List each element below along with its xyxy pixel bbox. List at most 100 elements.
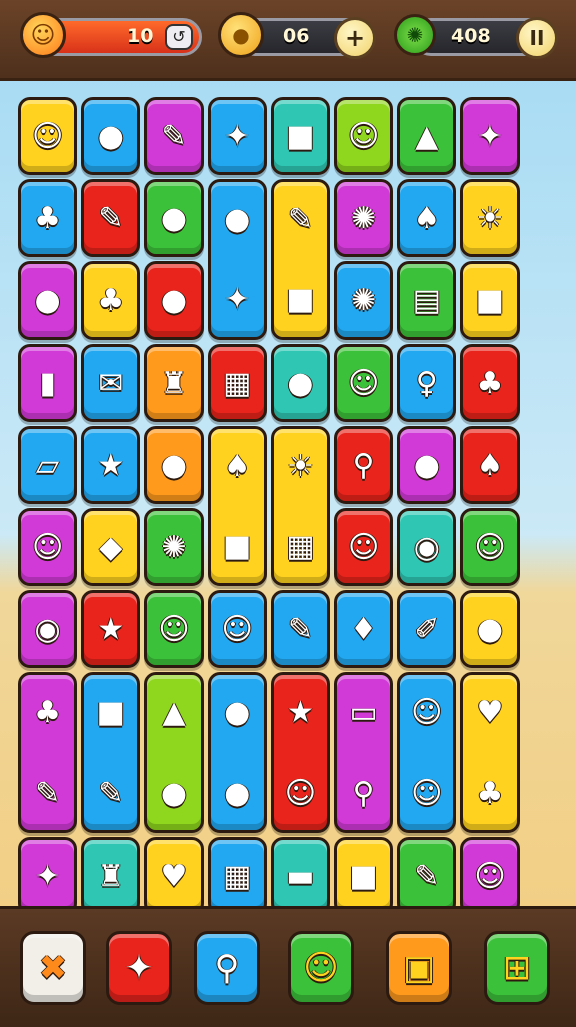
chick-bug-tall-tile[interactable]: ☺ ☺ bbox=[397, 672, 457, 833]
hint-arrow-button[interactable]: ✦ bbox=[106, 931, 172, 1005]
tile-glyph-icon: ☀ bbox=[286, 448, 314, 484]
leaf-tile[interactable]: ♣ bbox=[18, 179, 78, 258]
tool-icon: ☺ bbox=[303, 948, 339, 988]
tile-glyph-icon: ● bbox=[476, 612, 504, 648]
box-tile[interactable]: ■ bbox=[460, 261, 520, 340]
ball-tile[interactable]: ● bbox=[397, 425, 457, 504]
switch-key-tall-tile[interactable]: ▭ ⚲ bbox=[334, 672, 394, 833]
sun-chart-tall-tile[interactable]: ☀ ▦ bbox=[270, 425, 330, 587]
pencil-tile[interactable]: ✎ bbox=[81, 179, 141, 258]
leaf-block-tall-tile[interactable]: ♠ ■ bbox=[207, 425, 267, 587]
undo-icon[interactable]: ↺ bbox=[165, 24, 193, 50]
banana-tall-tile[interactable]: ● ● bbox=[207, 672, 267, 833]
ring-tile[interactable]: ◉ bbox=[397, 508, 457, 587]
tile-glyph-icon: ⚲ bbox=[352, 775, 375, 811]
green-fruit-tile[interactable]: ● bbox=[144, 179, 204, 258]
red-ball-tile[interactable]: ● bbox=[81, 97, 141, 176]
red-flower-tile[interactable]: ✺ bbox=[144, 508, 204, 587]
tile-glyph-icon: ■ bbox=[286, 119, 315, 155]
coin-icon: ● bbox=[218, 12, 264, 58]
purple-orb-tile[interactable]: ● bbox=[270, 343, 330, 422]
key-tile[interactable]: ⚲ bbox=[334, 425, 394, 504]
cube-tile[interactable]: ■ bbox=[270, 97, 330, 176]
brush-tile[interactable]: ✐ bbox=[397, 590, 457, 669]
lime-egg-tile[interactable]: ● bbox=[144, 261, 204, 340]
battery-tile[interactable]: ▤ bbox=[397, 261, 457, 340]
coin-star-tall-tile[interactable]: ● ✦ bbox=[207, 179, 267, 340]
sun-tile[interactable]: ☀ bbox=[460, 179, 520, 258]
tile-glyph-icon: ◉ bbox=[413, 530, 440, 566]
ticket-tile[interactable]: ◆ bbox=[81, 508, 141, 587]
pin-tile[interactable]: ♀ bbox=[397, 343, 457, 422]
tile-glyph-icon: ✺ bbox=[161, 530, 187, 566]
tool-icon: ✦ bbox=[124, 948, 154, 988]
cone-tile[interactable]: ▲ bbox=[397, 97, 457, 176]
crystal-tile[interactable]: ✦ bbox=[460, 97, 520, 176]
orange-pencil-tile[interactable]: ✎ bbox=[270, 590, 330, 669]
book-tile[interactable]: ▦ bbox=[207, 343, 267, 422]
eraser-tile[interactable]: ▱ bbox=[18, 425, 78, 504]
heart-tile[interactable]: ♥ bbox=[144, 836, 204, 915]
magnifier-button[interactable]: ⚲ bbox=[194, 931, 260, 1005]
robot-tile[interactable]: ♜ bbox=[81, 836, 141, 915]
tile-glyph-icon: ♥ bbox=[160, 858, 188, 894]
shell-tile[interactable]: ● bbox=[460, 590, 520, 669]
tile-glyph-icon: ▭ bbox=[349, 695, 378, 731]
tile-glyph-icon: ☺ bbox=[411, 775, 443, 811]
tile-glyph-icon: ✺ bbox=[351, 283, 377, 319]
tile-glyph-icon: ▦ bbox=[223, 365, 252, 401]
tile-glyph-icon: ✦ bbox=[224, 119, 250, 155]
tile-glyph-icon: ▱ bbox=[36, 447, 60, 483]
leaf-red-tile[interactable]: ♣ bbox=[460, 343, 520, 422]
note-tile[interactable]: ✉ bbox=[81, 343, 141, 422]
cup-tile[interactable]: ♜ bbox=[144, 343, 204, 422]
heart-palm-tall-tile[interactable]: ♥ ♣ bbox=[460, 672, 520, 833]
chick-tile[interactable]: ☺ bbox=[18, 508, 78, 587]
pen-tile[interactable]: ✎ bbox=[144, 97, 204, 176]
tile-glyph-icon: ♀ bbox=[415, 365, 438, 401]
cap-face-tile[interactable]: ☺ bbox=[207, 590, 267, 669]
star-face-tile[interactable]: ★ bbox=[81, 425, 141, 504]
box-crayon-tall-tile[interactable]: ■ ✎ bbox=[81, 672, 141, 833]
palm-tile[interactable]: ♣ bbox=[81, 261, 141, 340]
gecko-pencil-tall-tile[interactable]: ♣ ✎ bbox=[18, 672, 78, 833]
gear-tile[interactable]: ✺ bbox=[334, 179, 394, 258]
cat-face-tile[interactable]: ☺ bbox=[460, 508, 520, 587]
drop-tile[interactable]: ♦ bbox=[334, 590, 394, 669]
virus-tile[interactable]: ✺ bbox=[334, 261, 394, 340]
sparkle-tile[interactable]: ✦ bbox=[18, 836, 78, 915]
spoon-tile[interactable]: ♠ bbox=[460, 425, 520, 504]
pencil-block-tall-tile[interactable]: ✎ ■ bbox=[270, 179, 330, 340]
clipboard-tile[interactable]: ▦ bbox=[207, 836, 267, 915]
star-tile[interactable]: ★ bbox=[81, 590, 141, 669]
face-hat-tile[interactable]: ☺ bbox=[18, 97, 78, 176]
bucket-face-tile[interactable]: ☺ bbox=[460, 836, 520, 915]
yellow-bird-tile[interactable]: ☺ bbox=[334, 508, 394, 587]
racket-tile[interactable]: ♠ bbox=[397, 179, 457, 258]
yellow-crayon-tile[interactable]: ✎ bbox=[397, 836, 457, 915]
tile-glyph-icon: ✺ bbox=[351, 201, 377, 237]
ghost-face-tile[interactable]: ☺ bbox=[144, 590, 204, 669]
maze-button[interactable]: ▣ bbox=[386, 931, 452, 1005]
purple-note-tile[interactable]: ■ bbox=[334, 836, 394, 915]
star-shape-tile[interactable]: ✦ bbox=[207, 97, 267, 176]
cone-apple-tall-tile[interactable]: ▲ ● bbox=[144, 672, 204, 833]
eye-monster-tile[interactable]: ◉ bbox=[18, 590, 78, 669]
roll-tile[interactable]: ▬ bbox=[270, 836, 330, 915]
pause-button[interactable]: II bbox=[516, 17, 558, 59]
tile-glyph-icon: ✎ bbox=[161, 119, 187, 155]
acorn-face-tile[interactable]: ☺ bbox=[334, 97, 394, 176]
grid-button[interactable]: ⊞ bbox=[484, 931, 550, 1005]
bug-face-tile[interactable]: ☺ bbox=[334, 343, 394, 422]
bag-button[interactable]: ☺ bbox=[288, 931, 354, 1005]
tile-glyph-icon: ■ bbox=[96, 695, 125, 731]
tile-glyph-icon: ✎ bbox=[98, 201, 124, 237]
shuffle-cancel-button[interactable]: ✖ bbox=[20, 931, 86, 1005]
add-coins-button[interactable]: + bbox=[334, 17, 376, 59]
apple-tile[interactable]: ● bbox=[18, 261, 78, 340]
star-face-tall-tile[interactable]: ★ ☺ bbox=[270, 672, 330, 833]
green-bean-tile[interactable]: ● bbox=[144, 425, 204, 504]
jar-tile[interactable]: ▮ bbox=[18, 343, 78, 422]
tile-glyph-icon: ✉ bbox=[98, 365, 124, 401]
tile-glyph-icon: ♠ bbox=[223, 448, 251, 484]
